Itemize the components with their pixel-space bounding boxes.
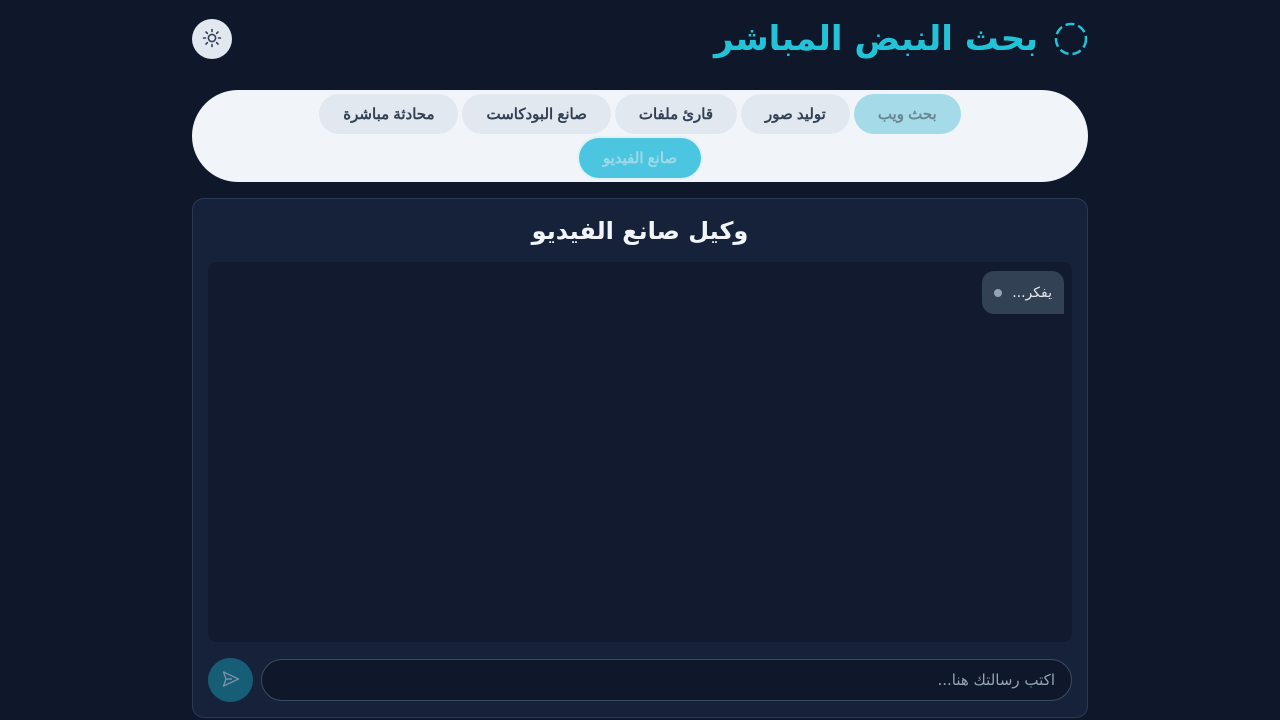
header: بحث النبض المباشر — [192, 18, 1088, 60]
page-title: بحث النبض المباشر — [714, 19, 1038, 59]
tab-podcast-maker[interactable]: صانع البودكاست — [462, 94, 611, 134]
sun-icon — [202, 28, 222, 51]
pulse-circle-icon — [1054, 22, 1088, 56]
agent-panel: وكيل صانع الفيديو يفكر... — [192, 198, 1088, 718]
panel-title: وكيل صانع الفيديو — [531, 217, 749, 245]
app: بحث النبض المباشر بحث ويب توليد صور قارئ… — [192, 0, 1088, 720]
tab-image-generation[interactable]: توليد صور — [741, 94, 850, 134]
tab-file-reader[interactable]: قارئ ملفات — [614, 94, 738, 134]
tab-web-search[interactable]: بحث ويب — [853, 94, 961, 134]
brand: بحث النبض المباشر — [714, 18, 1088, 60]
message-input[interactable] — [261, 659, 1072, 701]
message-text: يفكر... — [1012, 284, 1052, 301]
chat-messages[interactable]: يفكر... — [208, 262, 1072, 642]
tab-video-maker[interactable]: صانع الفيديو — [578, 138, 702, 178]
typing-dot-icon — [994, 288, 1003, 297]
thinking-message: يفكر... — [982, 271, 1064, 314]
message-composer — [208, 658, 1072, 702]
send-icon — [221, 669, 241, 692]
send-button[interactable] — [208, 658, 253, 702]
agent-tabs: بحث ويب توليد صور قارئ ملفات صانع البودك… — [192, 90, 1088, 182]
tab-live-chat[interactable]: محادثة مباشرة — [319, 94, 459, 134]
theme-toggle-button[interactable] — [192, 19, 232, 59]
